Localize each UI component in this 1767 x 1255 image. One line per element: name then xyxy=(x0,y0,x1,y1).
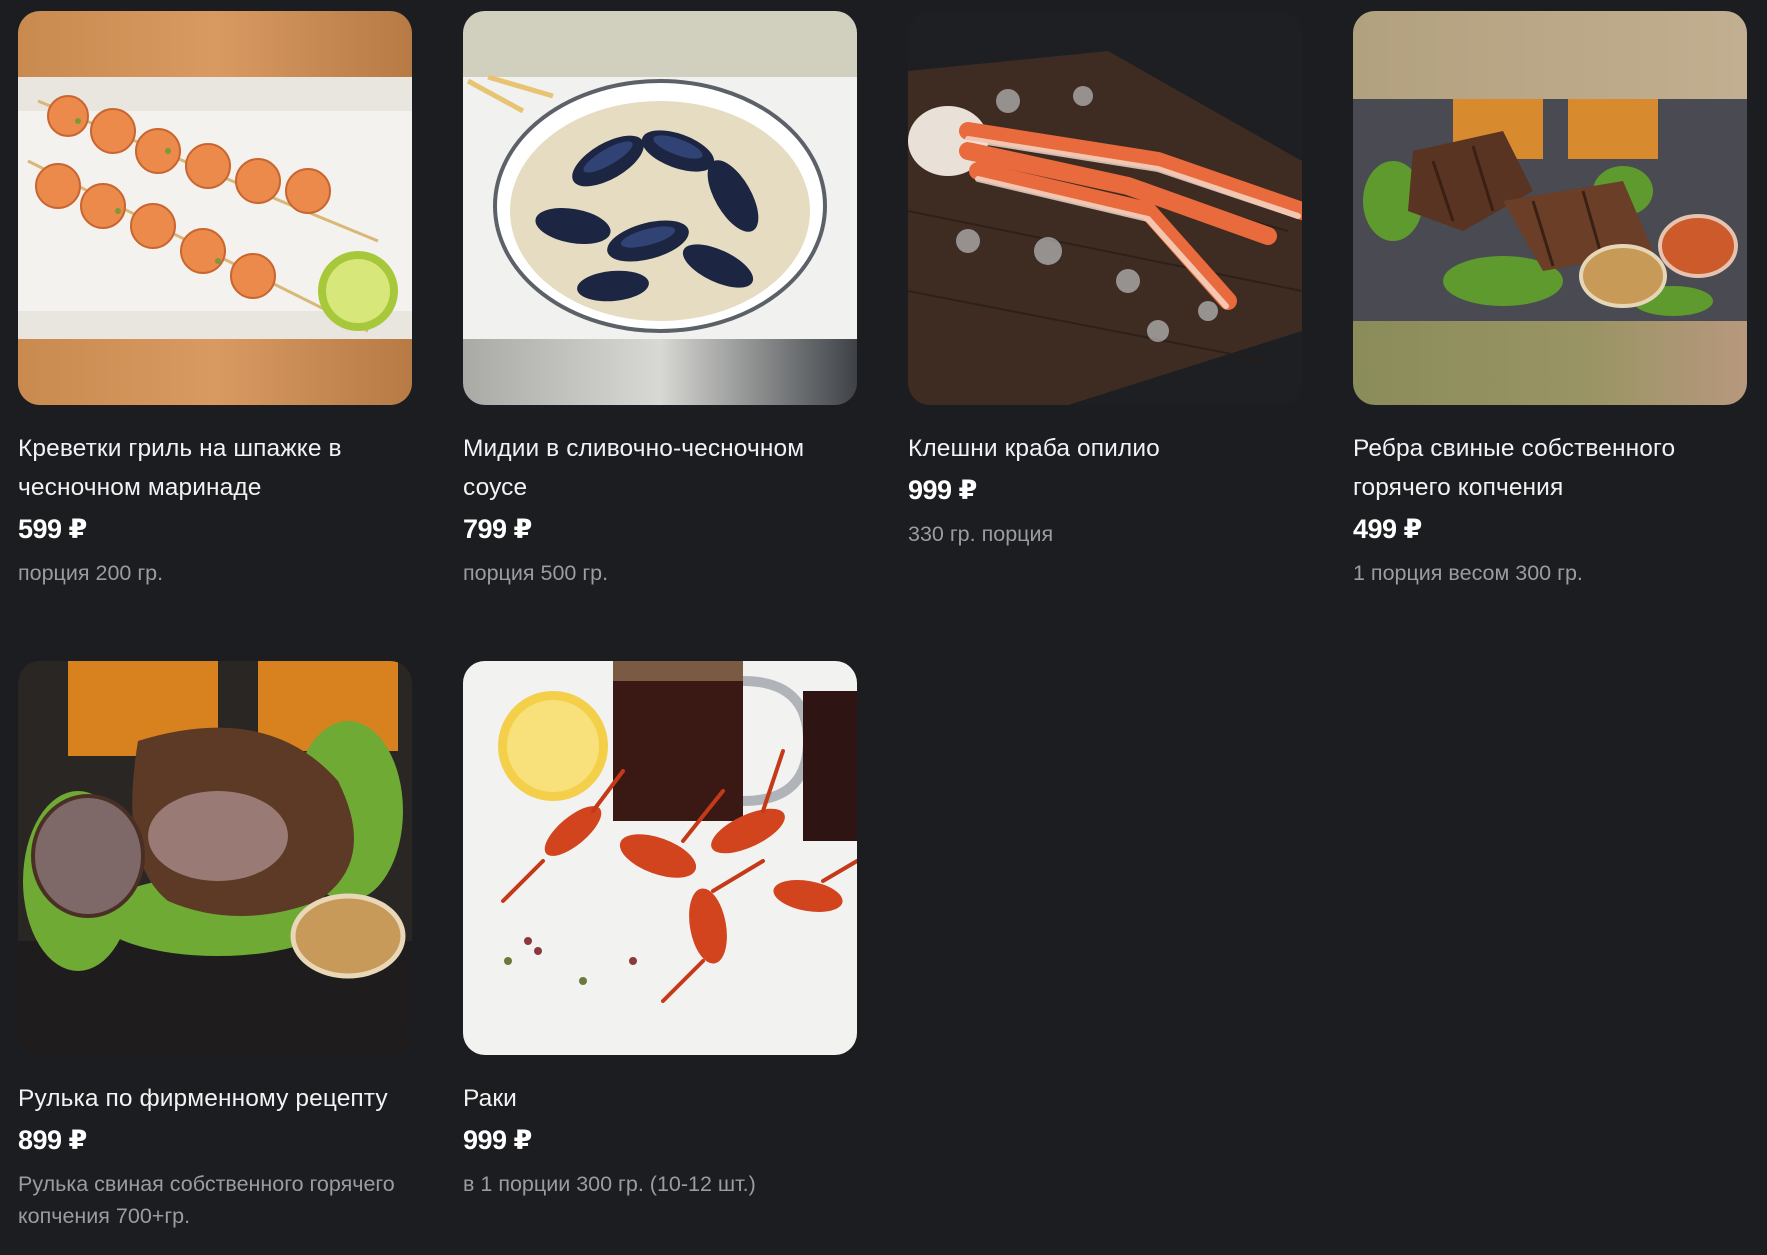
product-title[interactable]: Креветки гриль на шпажке в чесночном мар… xyxy=(18,429,412,507)
product-price: 999 ₽ xyxy=(463,1125,532,1155)
product-description: порция 500 гр. xyxy=(463,561,609,585)
product-card-ribs[interactable]: Ребра свиные собственного горячего копче… xyxy=(1353,11,1747,589)
snow-crab-legs-image[interactable] xyxy=(908,11,1302,405)
product-description: 330 гр. порция xyxy=(908,522,1054,546)
smoked-pork-ribs-image[interactable] xyxy=(1353,11,1747,405)
product-price: 799 ₽ xyxy=(463,514,532,544)
product-card-shrimp[interactable]: Креветки гриль на шпажке в чесночном мар… xyxy=(18,11,412,589)
product-description: 1 порция весом 300 гр. xyxy=(1353,561,1583,585)
product-title[interactable]: Рулька по фирменному рецепту xyxy=(18,1079,412,1118)
product-title[interactable]: Ребра свиные собственного горячего копче… xyxy=(1353,429,1747,507)
product-card-crab[interactable]: Клешни краба опилио 999 ₽ 330 гр. порция xyxy=(908,11,1302,550)
product-price: 499 ₽ xyxy=(1353,514,1422,544)
product-description: порция 200 гр. xyxy=(18,561,164,585)
pork-knuckle-image[interactable] xyxy=(18,661,412,1055)
product-title[interactable]: Клешни краба опилио xyxy=(908,429,1302,468)
crayfish-with-beer-image[interactable] xyxy=(463,661,857,1055)
product-card-crayfish[interactable]: Раки 999 ₽ в 1 порции 300 гр. (10-12 шт.… xyxy=(463,661,857,1200)
grilled-shrimp-skewers-image[interactable] xyxy=(18,11,412,405)
product-grid: Креветки гриль на шпажке в чесночном мар… xyxy=(0,0,1767,1255)
product-description: в 1 порции 300 гр. (10-12 шт.) xyxy=(463,1172,756,1196)
product-price: 599 ₽ xyxy=(18,514,87,544)
product-description: Рулька свиная собственного горячего копч… xyxy=(18,1172,395,1228)
product-title[interactable]: Мидии в сливочно-чесночном соусе xyxy=(463,429,857,507)
product-title[interactable]: Раки xyxy=(463,1079,857,1118)
product-price: 999 ₽ xyxy=(908,475,977,505)
product-card-mussels[interactable]: Мидии в сливочно-чесночном соусе 799 ₽ п… xyxy=(463,11,857,589)
product-card-pork-knuckle[interactable]: Рулька по фирменному рецепту 899 ₽ Рульк… xyxy=(18,661,412,1232)
product-price: 899 ₽ xyxy=(18,1125,87,1155)
mussels-in-cream-sauce-image[interactable] xyxy=(463,11,857,405)
